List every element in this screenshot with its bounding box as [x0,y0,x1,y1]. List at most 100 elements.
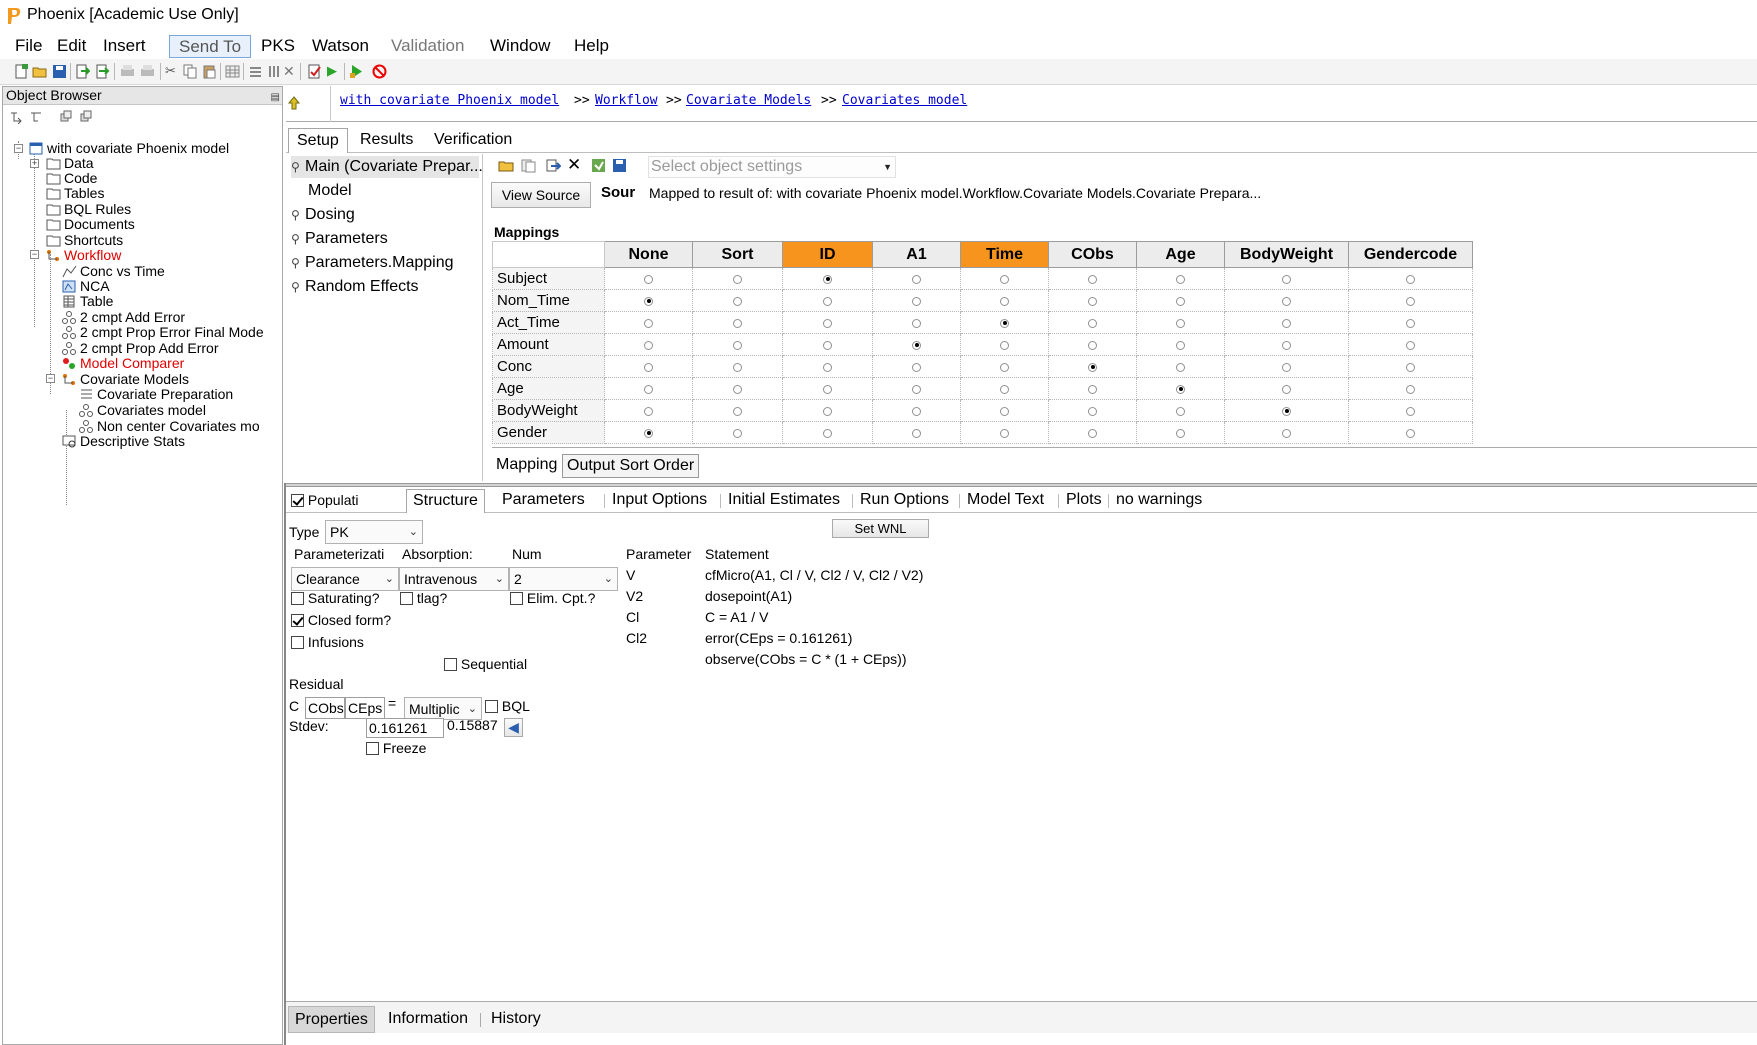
mapping-radio[interactable] [733,340,742,350]
tlag-option[interactable]: tlag? [400,590,447,606]
tree-expander[interactable]: + [30,159,39,168]
mapping-radio[interactable] [1176,428,1185,438]
copy-icon[interactable] [183,64,198,79]
pin-icon[interactable]: ▤ [271,89,280,106]
setup-item-main[interactable]: ⚲ Main (Covariate Prepar... [291,156,483,178]
mapping-radio[interactable] [823,362,832,372]
menu-edit[interactable]: Edit [48,35,95,58]
mapping-radio[interactable] [644,362,653,372]
mapping-column-header[interactable]: Time [960,241,1049,268]
mapping-column-header[interactable]: A1 [872,241,961,268]
mapping-radio[interactable] [1088,384,1097,394]
parameterization-select[interactable]: Clearance ⌄ [291,567,399,591]
tree-item-tables[interactable]: Tables [46,185,104,201]
grid-icon[interactable] [225,64,240,79]
tree-item-shortcuts[interactable]: Shortcuts [46,232,123,248]
breadcrumb-project[interactable]: with covariate Phoenix model [340,93,559,108]
mapping-column-header[interactable]: Sort [692,241,783,268]
mapping-radio[interactable] [912,340,921,350]
type-select[interactable]: PK ⌄ [325,520,423,544]
mapping-radio[interactable] [823,318,832,328]
split-icon[interactable] [248,64,263,79]
mapping-radio[interactable] [733,406,742,416]
tree-item-covariates-model[interactable]: Covariates model [79,402,206,418]
mapping-radio[interactable] [1000,340,1009,350]
setup-item-parameters-mapping[interactable]: ⚲ Parameters.Mapping [291,252,454,274]
mapping-radio[interactable] [1088,362,1097,372]
menu-help[interactable]: Help [565,35,618,58]
mapping-radio[interactable] [823,296,832,306]
mapping-radio[interactable] [1088,428,1097,438]
tab-plots[interactable]: Plots [1060,489,1108,513]
mapping-radio[interactable] [733,318,742,328]
mapping-radio[interactable] [1406,340,1415,350]
mapping-radio[interactable] [1176,340,1185,350]
view-source-button[interactable]: View Source [491,182,591,208]
mapping-radio[interactable] [1176,318,1185,328]
navigate-up-icon[interactable] [287,95,301,111]
observed-variable-field[interactable]: CObs [305,697,345,719]
close-icon[interactable]: ✕ [567,155,581,175]
stop-icon[interactable] [372,64,387,79]
breadcrumb-workflow[interactable]: Workflow [595,93,658,108]
mapping-radio[interactable] [1176,362,1185,372]
mapping-radio[interactable] [1000,274,1009,284]
mapping-radio[interactable] [1088,296,1097,306]
load-settings-icon[interactable] [591,158,607,173]
tree-item-covariate-preparation[interactable]: Covariate Preparation [79,386,233,402]
freeze-checkbox[interactable] [366,742,379,755]
breadcrumb-covariate-models[interactable]: Covariate Models [686,93,811,108]
tab-run-options[interactable]: Run Options [854,489,955,513]
mapping-radio[interactable] [1406,384,1415,394]
tab-initial-estimates[interactable]: Initial Estimates [722,489,846,513]
mapping-radio[interactable] [1176,384,1185,394]
export-icon[interactable] [95,64,110,79]
expand-all-icon[interactable] [29,110,43,124]
mapping-radio[interactable] [1406,406,1415,416]
tree-item-nca[interactable]: NCA [62,278,110,294]
closed-form-checkbox[interactable] [291,614,304,627]
mapping-radio[interactable] [644,318,653,328]
new-project-icon[interactable] [14,64,29,79]
delete-icon[interactable]: ✕ [283,64,298,79]
mapping-radio[interactable] [1406,318,1415,328]
tab-structure[interactable]: Structure [406,489,485,513]
setup-item-dosing[interactable]: ⚲ Dosing [291,204,355,226]
num-compartments-select[interactable]: 2 ⌄ [509,567,618,591]
mapping-radio[interactable] [1176,296,1185,306]
mapping-radio[interactable] [644,274,653,284]
menu-window[interactable]: Window [481,35,559,58]
tree-item-bql-rules[interactable]: BQL Rules [46,201,131,217]
mapping-radio[interactable] [1406,428,1415,438]
mapping-radio[interactable] [644,428,653,438]
mapping-radio[interactable] [912,384,921,394]
tab-input-options[interactable]: Input Options [606,489,713,513]
mapping-radio[interactable] [1282,428,1291,438]
copy-previous-arrow-icon[interactable]: ◀ [504,718,523,737]
tlag-checkbox[interactable] [400,592,413,605]
tree-item-2cmpt-prop-add-error[interactable]: 2 cmpt Prop Add Error [62,340,219,356]
mapping-radio[interactable] [733,296,742,306]
mapping-radio[interactable] [823,340,832,350]
mapping-radio[interactable] [1282,318,1291,328]
mapping-radio[interactable] [644,296,653,306]
tree-expander[interactable]: − [30,250,39,259]
panel-splitter[interactable] [286,483,1757,487]
mapping-radio[interactable] [1176,406,1185,416]
mapping-radio[interactable] [912,296,921,306]
stdev-input[interactable]: 0.161261 [366,718,444,738]
warnings-indicator[interactable]: no warnings [1110,489,1208,513]
mapping-radio[interactable] [1000,362,1009,372]
mapping-radio[interactable] [1088,340,1097,350]
mapping-radio[interactable] [1282,406,1291,416]
mapping-radio[interactable] [823,384,832,394]
mapping-radio[interactable] [912,362,921,372]
print-preview-icon[interactable] [140,64,155,79]
mapping-radio[interactable] [1000,384,1009,394]
menu-insert[interactable]: Insert [94,35,155,58]
mapping-radio[interactable] [644,406,653,416]
mapping-radio[interactable] [1176,274,1185,284]
tab-verification[interactable]: Verification [426,128,520,153]
set-wnl-button[interactable]: Set WNL [832,519,929,538]
cut-icon[interactable]: ✂ [165,64,180,79]
